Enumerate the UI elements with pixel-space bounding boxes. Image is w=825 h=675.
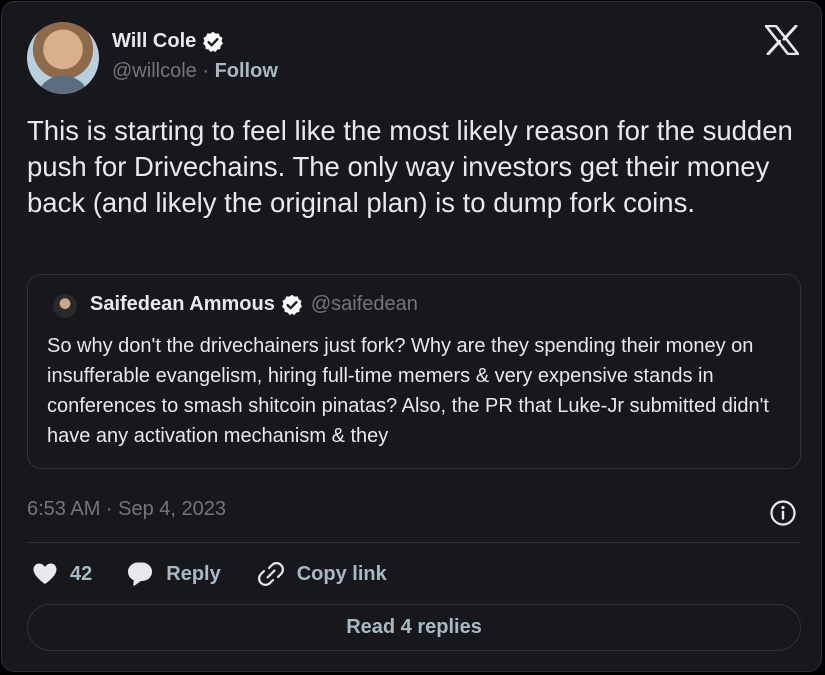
- separator: ·: [202, 60, 209, 82]
- quoted-tweet[interactable]: Saifedean Ammous @saifedean So why don't…: [27, 274, 801, 469]
- x-logo-icon[interactable]: [764, 24, 800, 56]
- quoted-author-name: Saifedean Ammous: [90, 293, 275, 315]
- quoted-header: Saifedean Ammous @saifedean: [90, 293, 418, 316]
- quoted-author-avatar: [53, 294, 77, 318]
- quoted-text: So why don't the drivechainers just fork…: [47, 335, 769, 447]
- tweet-text: This is starting to feel like the most l…: [27, 115, 793, 218]
- author-name-row: Will Cole: [112, 30, 224, 53]
- verified-badge-icon: [281, 294, 303, 316]
- speech-bubble-icon: [128, 562, 153, 586]
- author-handle[interactable]: @willcole: [112, 60, 197, 82]
- verified-badge-icon: [202, 31, 224, 53]
- reply-label: Reply: [166, 562, 221, 585]
- link-icon: [257, 562, 284, 586]
- quoted-author-handle: @saifedean: [310, 293, 418, 315]
- read-replies-label: Read 4 replies: [346, 616, 482, 638]
- author-avatar[interactable]: [27, 22, 99, 94]
- copy-link-button[interactable]: Copy link: [257, 560, 387, 588]
- divider: [27, 542, 801, 543]
- info-icon[interactable]: [769, 499, 797, 527]
- action-bar: 42 Reply Copy link: [32, 558, 387, 590]
- tweet-card: Will Cole @willcole · Follow This is sta…: [1, 1, 822, 672]
- copy-link-label: Copy link: [296, 562, 387, 585]
- follow-button[interactable]: Follow: [215, 60, 278, 82]
- like-count: 42: [70, 562, 93, 585]
- read-replies-button[interactable]: Read 4 replies: [27, 604, 801, 651]
- reply-button[interactable]: Reply: [126, 561, 221, 587]
- heart-icon: [33, 563, 57, 584]
- like-button[interactable]: 42: [32, 562, 92, 586]
- author-handle-row: @willcole · Follow: [112, 60, 278, 83]
- author-name[interactable]: Will Cole: [112, 30, 196, 53]
- timestamp[interactable]: 6:53 AM · Sep 4, 2023: [27, 498, 226, 521]
